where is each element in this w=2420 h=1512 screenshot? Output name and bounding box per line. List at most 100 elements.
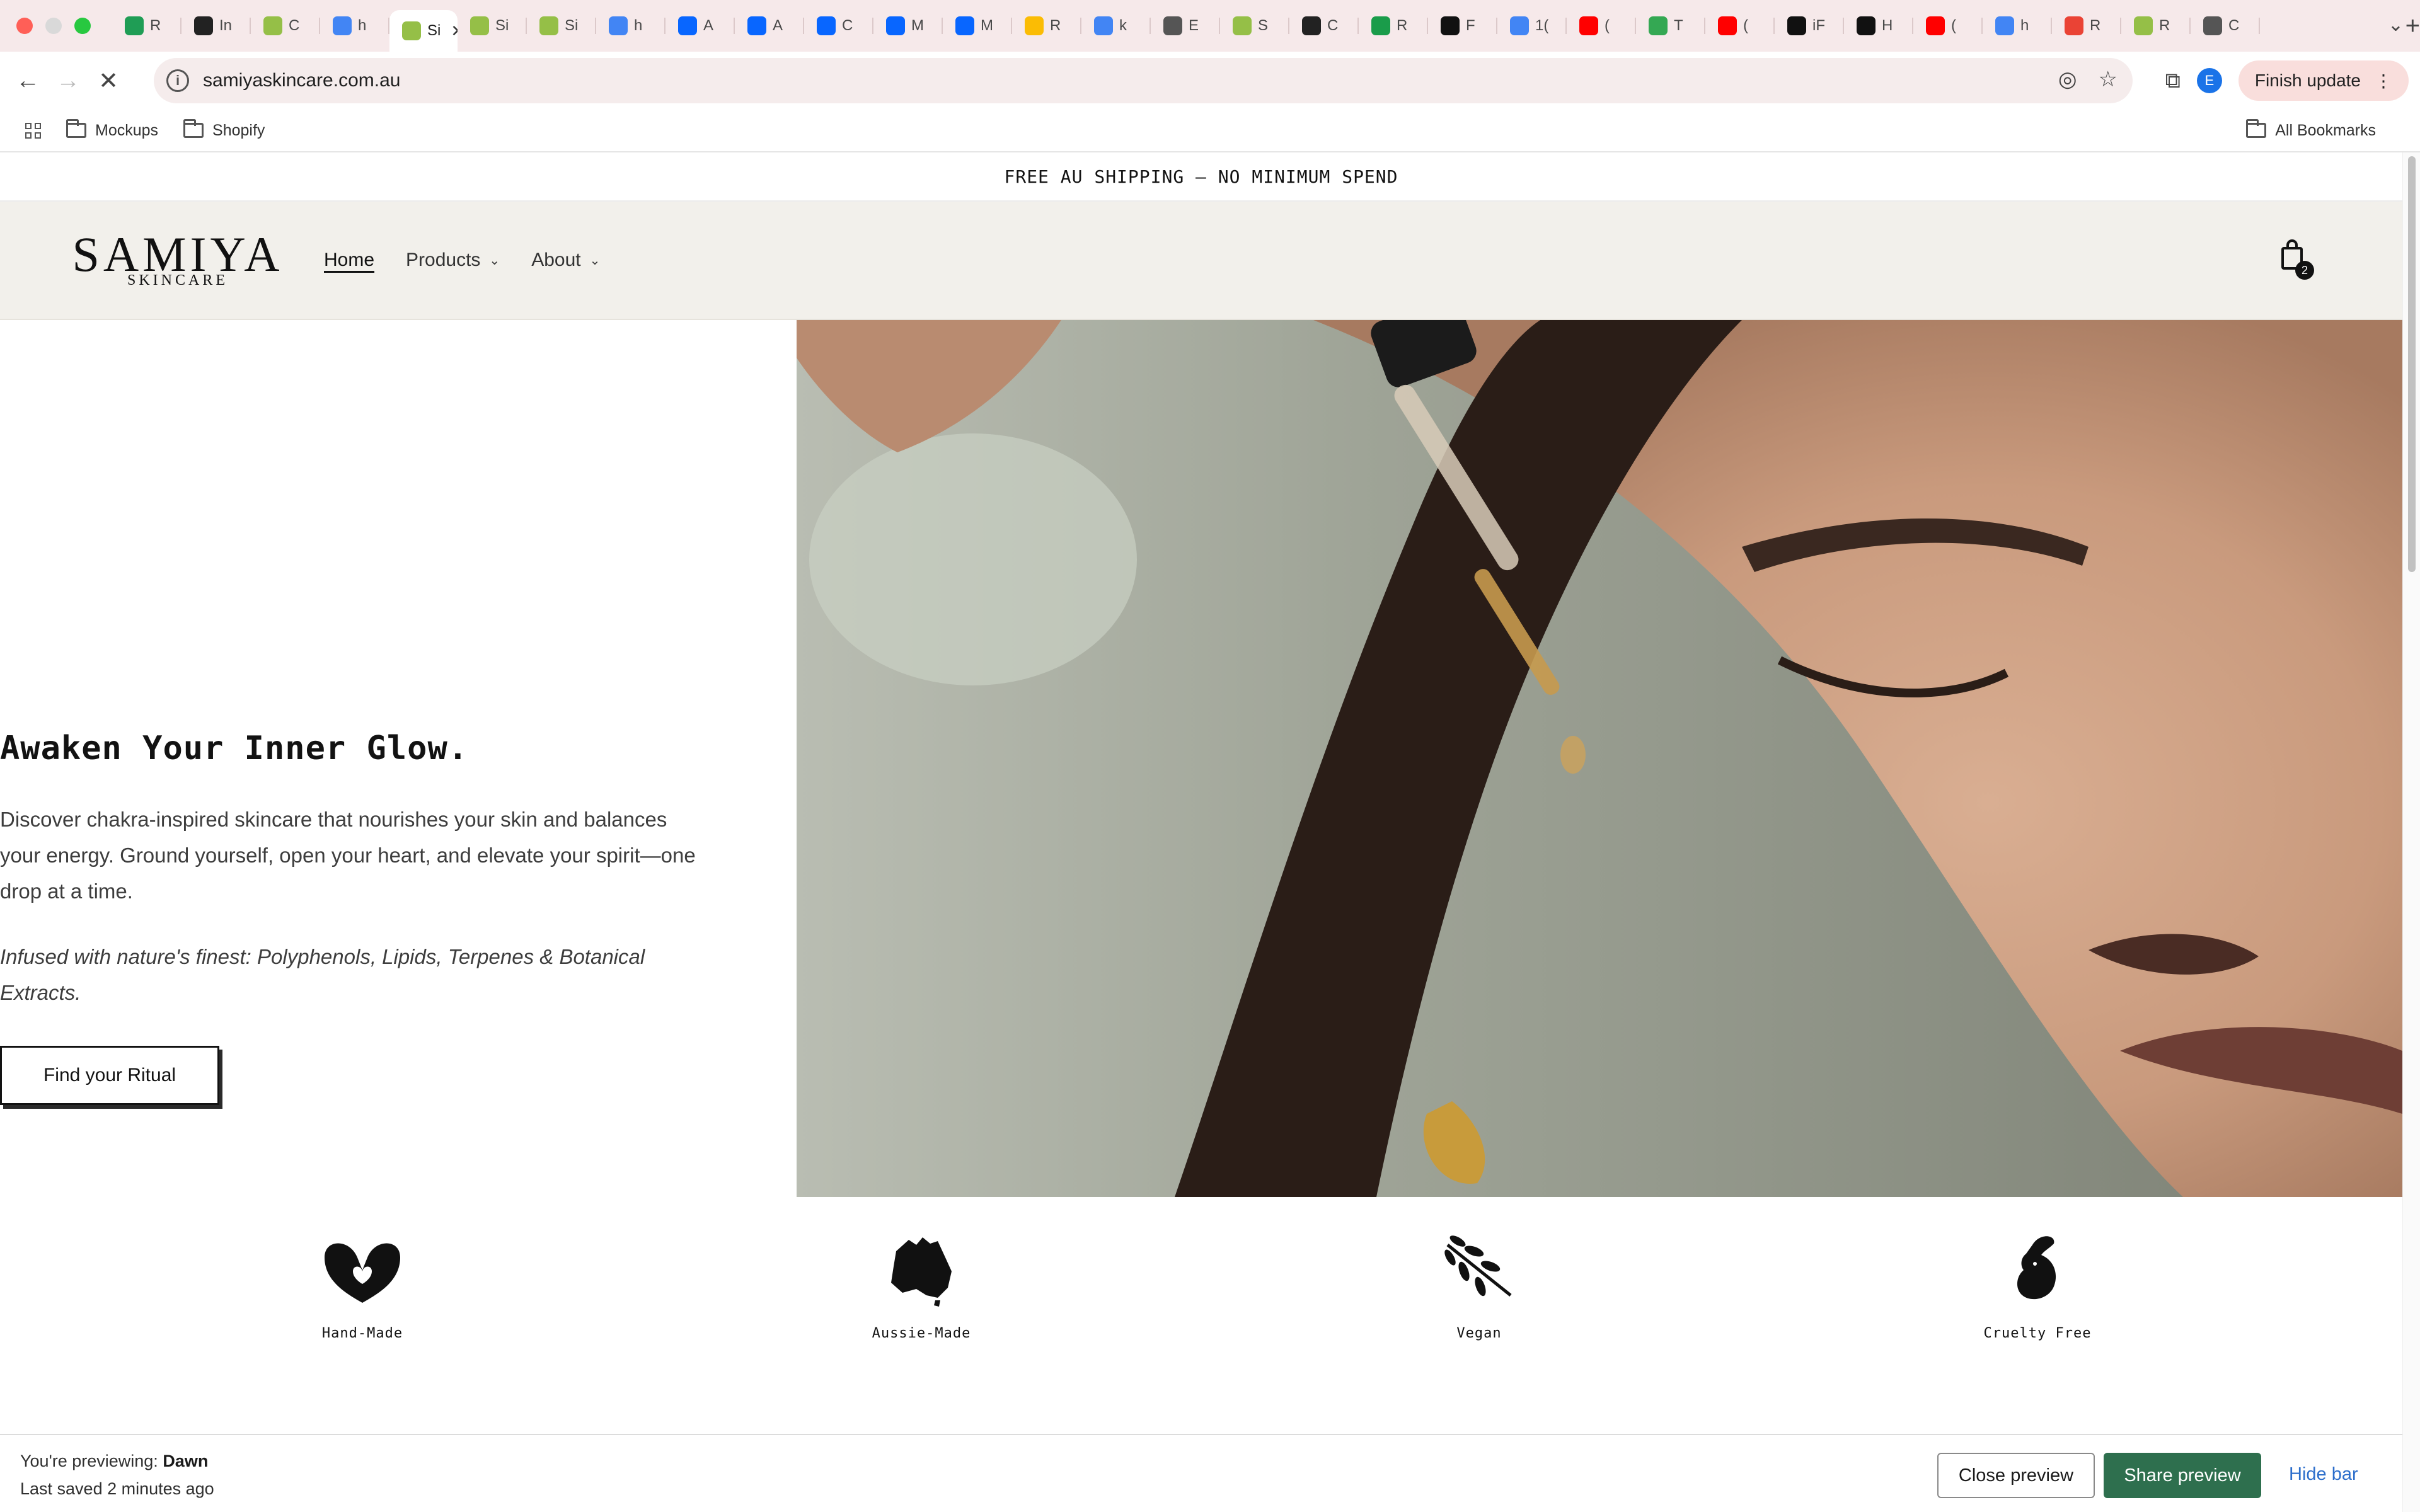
tab-title: Si: [495, 17, 509, 34]
notion-icon: [1441, 16, 1460, 35]
browser-tab[interactable]: A: [666, 8, 735, 44]
tab-title: (: [1605, 17, 1610, 34]
samiya-logo[interactable]: SAMIYA SKINCARE: [72, 229, 279, 289]
browser-tab[interactable]: h: [1983, 8, 2052, 44]
browser-tab[interactable]: E: [1151, 8, 1220, 44]
tab-title: R: [1050, 17, 1061, 34]
browser-tab[interactable]: R: [1012, 8, 1081, 44]
leaf-branch-icon: [1444, 1235, 1512, 1297]
browser-tab[interactable]: M: [943, 8, 1012, 44]
main-nav: Home Products ⌄ About ⌄: [324, 249, 600, 271]
tab-title: M: [911, 17, 924, 34]
browser-tab[interactable]: F: [1428, 8, 1497, 44]
tab-title: C: [842, 17, 853, 34]
close-window-button[interactable]: [16, 18, 33, 34]
hero-text-block: Awaken Your Inner Glow. Discover chakra-…: [0, 320, 797, 1197]
all-bookmarks-label: All Bookmarks: [2275, 121, 2376, 139]
browser-tab[interactable]: iF: [1775, 8, 1844, 44]
browser-tab[interactable]: (: [1913, 8, 1983, 44]
tab-title: C: [2228, 17, 2240, 34]
url-text[interactable]: samiyaskincare.com.au: [203, 70, 400, 91]
finish-update-label: Finish update: [2254, 71, 2361, 90]
new-tab-button[interactable]: +: [2406, 12, 2420, 40]
bunny-icon: [2017, 1236, 2056, 1300]
bookmark-star-icon[interactable]: ☆: [2099, 67, 2118, 92]
tab-title: A: [773, 17, 783, 34]
youtube-icon: [1718, 16, 1737, 35]
zoom-window-button[interactable]: [74, 18, 91, 34]
announcement-bar: FREE AU SHIPPING – NO MINIMUM SPEND: [0, 152, 2402, 202]
shield-icon: [1649, 16, 1668, 35]
bookmark-folder-mockups[interactable]: Mockups: [66, 119, 159, 140]
all-bookmarks-button[interactable]: All Bookmarks: [2246, 119, 2376, 140]
bookmark-folder-shopify[interactable]: Shopify: [183, 119, 265, 140]
threads-icon: [1302, 16, 1321, 35]
browser-tab[interactable]: C: [251, 8, 320, 44]
bookmarks-bar: Mockups Shopify All Bookmarks: [0, 110, 2420, 152]
browser-tab[interactable]: M: [873, 8, 943, 44]
browser-tab[interactable]: In: [182, 8, 251, 44]
browser-tab[interactable]: Si: [527, 8, 596, 44]
close-tab-icon[interactable]: ✕: [451, 21, 458, 41]
minimize-window-button[interactable]: [45, 18, 62, 34]
browser-tab[interactable]: (: [1567, 8, 1636, 44]
browser-tab[interactable]: A: [735, 8, 804, 44]
nav-products[interactable]: Products ⌄: [406, 249, 500, 271]
browser-tab[interactable]: R: [2121, 8, 2191, 44]
share-preview-button[interactable]: Share preview: [2104, 1453, 2261, 1498]
tab-search-chevron-icon[interactable]: ⌄: [2388, 14, 2404, 36]
australia-map-icon: [891, 1237, 952, 1307]
close-preview-button[interactable]: Close preview: [1937, 1453, 2095, 1498]
browser-tab[interactable]: C: [804, 8, 873, 44]
nav-about[interactable]: About ⌄: [531, 249, 600, 271]
meta-icon: [817, 16, 836, 35]
site-info-icon[interactable]: i: [166, 69, 189, 92]
page-scrollbar[interactable]: [2402, 152, 2420, 1512]
scrollbar-thumb[interactable]: [2408, 156, 2416, 572]
browser-tab[interactable]: C: [2191, 8, 2260, 44]
stop-loading-icon[interactable]: ✕: [88, 60, 129, 101]
browser-tab[interactable]: h: [320, 8, 389, 44]
browser-tab[interactable]: S: [1220, 8, 1289, 44]
browser-tab[interactable]: Si: [458, 8, 527, 44]
browser-tab[interactable]: R: [1359, 8, 1428, 44]
theme-preview-bar: You're previewing: Dawn Last saved 2 min…: [0, 1434, 2402, 1512]
browser-tab[interactable]: 1(: [1497, 8, 1567, 44]
nav-home[interactable]: Home: [324, 249, 374, 271]
nav-about-label: About: [531, 249, 581, 270]
finish-update-button[interactable]: Finish update ⋮: [2238, 60, 2409, 101]
kebab-menu-icon: ⋮: [2375, 71, 2392, 91]
browser-tab[interactable]: h: [596, 8, 666, 44]
feature-cruelty-free: Cruelty Free: [1924, 1232, 2151, 1341]
browser-tab[interactable]: Si ✕: [389, 10, 458, 52]
google-icon: [1094, 16, 1113, 35]
find-your-ritual-button[interactable]: Find your Ritual: [0, 1046, 219, 1105]
browser-tab[interactable]: T: [1636, 8, 1705, 44]
shopify-icon: [402, 21, 421, 40]
browser-tab[interactable]: (: [1705, 8, 1775, 44]
browser-tab[interactable]: R: [2052, 8, 2121, 44]
bookmark-label: Mockups: [95, 121, 159, 139]
logo-wordmark: SAMIYA: [72, 226, 284, 282]
eye-off-icon[interactable]: ◎: [2058, 67, 2077, 92]
browser-tab[interactable]: R: [112, 8, 182, 44]
feature-label: Hand-Made: [321, 1326, 403, 1341]
browser-tab[interactable]: H: [1844, 8, 1913, 44]
extensions-puzzle-icon[interactable]: ⧉: [2165, 69, 2181, 93]
hide-bar-link[interactable]: Hide bar: [2289, 1464, 2358, 1485]
chevron-down-icon: ⌄: [589, 253, 601, 268]
apps-grid-icon[interactable]: [25, 122, 41, 139]
tab-title: Si: [427, 22, 441, 39]
logo-subtitle: SKINCARE: [127, 272, 228, 289]
profile-avatar[interactable]: E: [2196, 68, 2222, 93]
cart-icon[interactable]: 2: [2278, 238, 2314, 280]
window-controls: [16, 18, 91, 34]
address-bar[interactable]: i samiyaskincare.com.au ◎ ☆: [154, 58, 2133, 103]
browser-tab[interactable]: C: [1289, 8, 1359, 44]
browser-tab[interactable]: k: [1081, 8, 1151, 44]
google-icon: [333, 16, 352, 35]
back-arrow-icon[interactable]: ←: [8, 60, 48, 101]
tab-title: C: [289, 17, 300, 34]
forward-arrow-icon[interactable]: →: [48, 60, 88, 101]
tab-title: R: [1397, 17, 1408, 34]
